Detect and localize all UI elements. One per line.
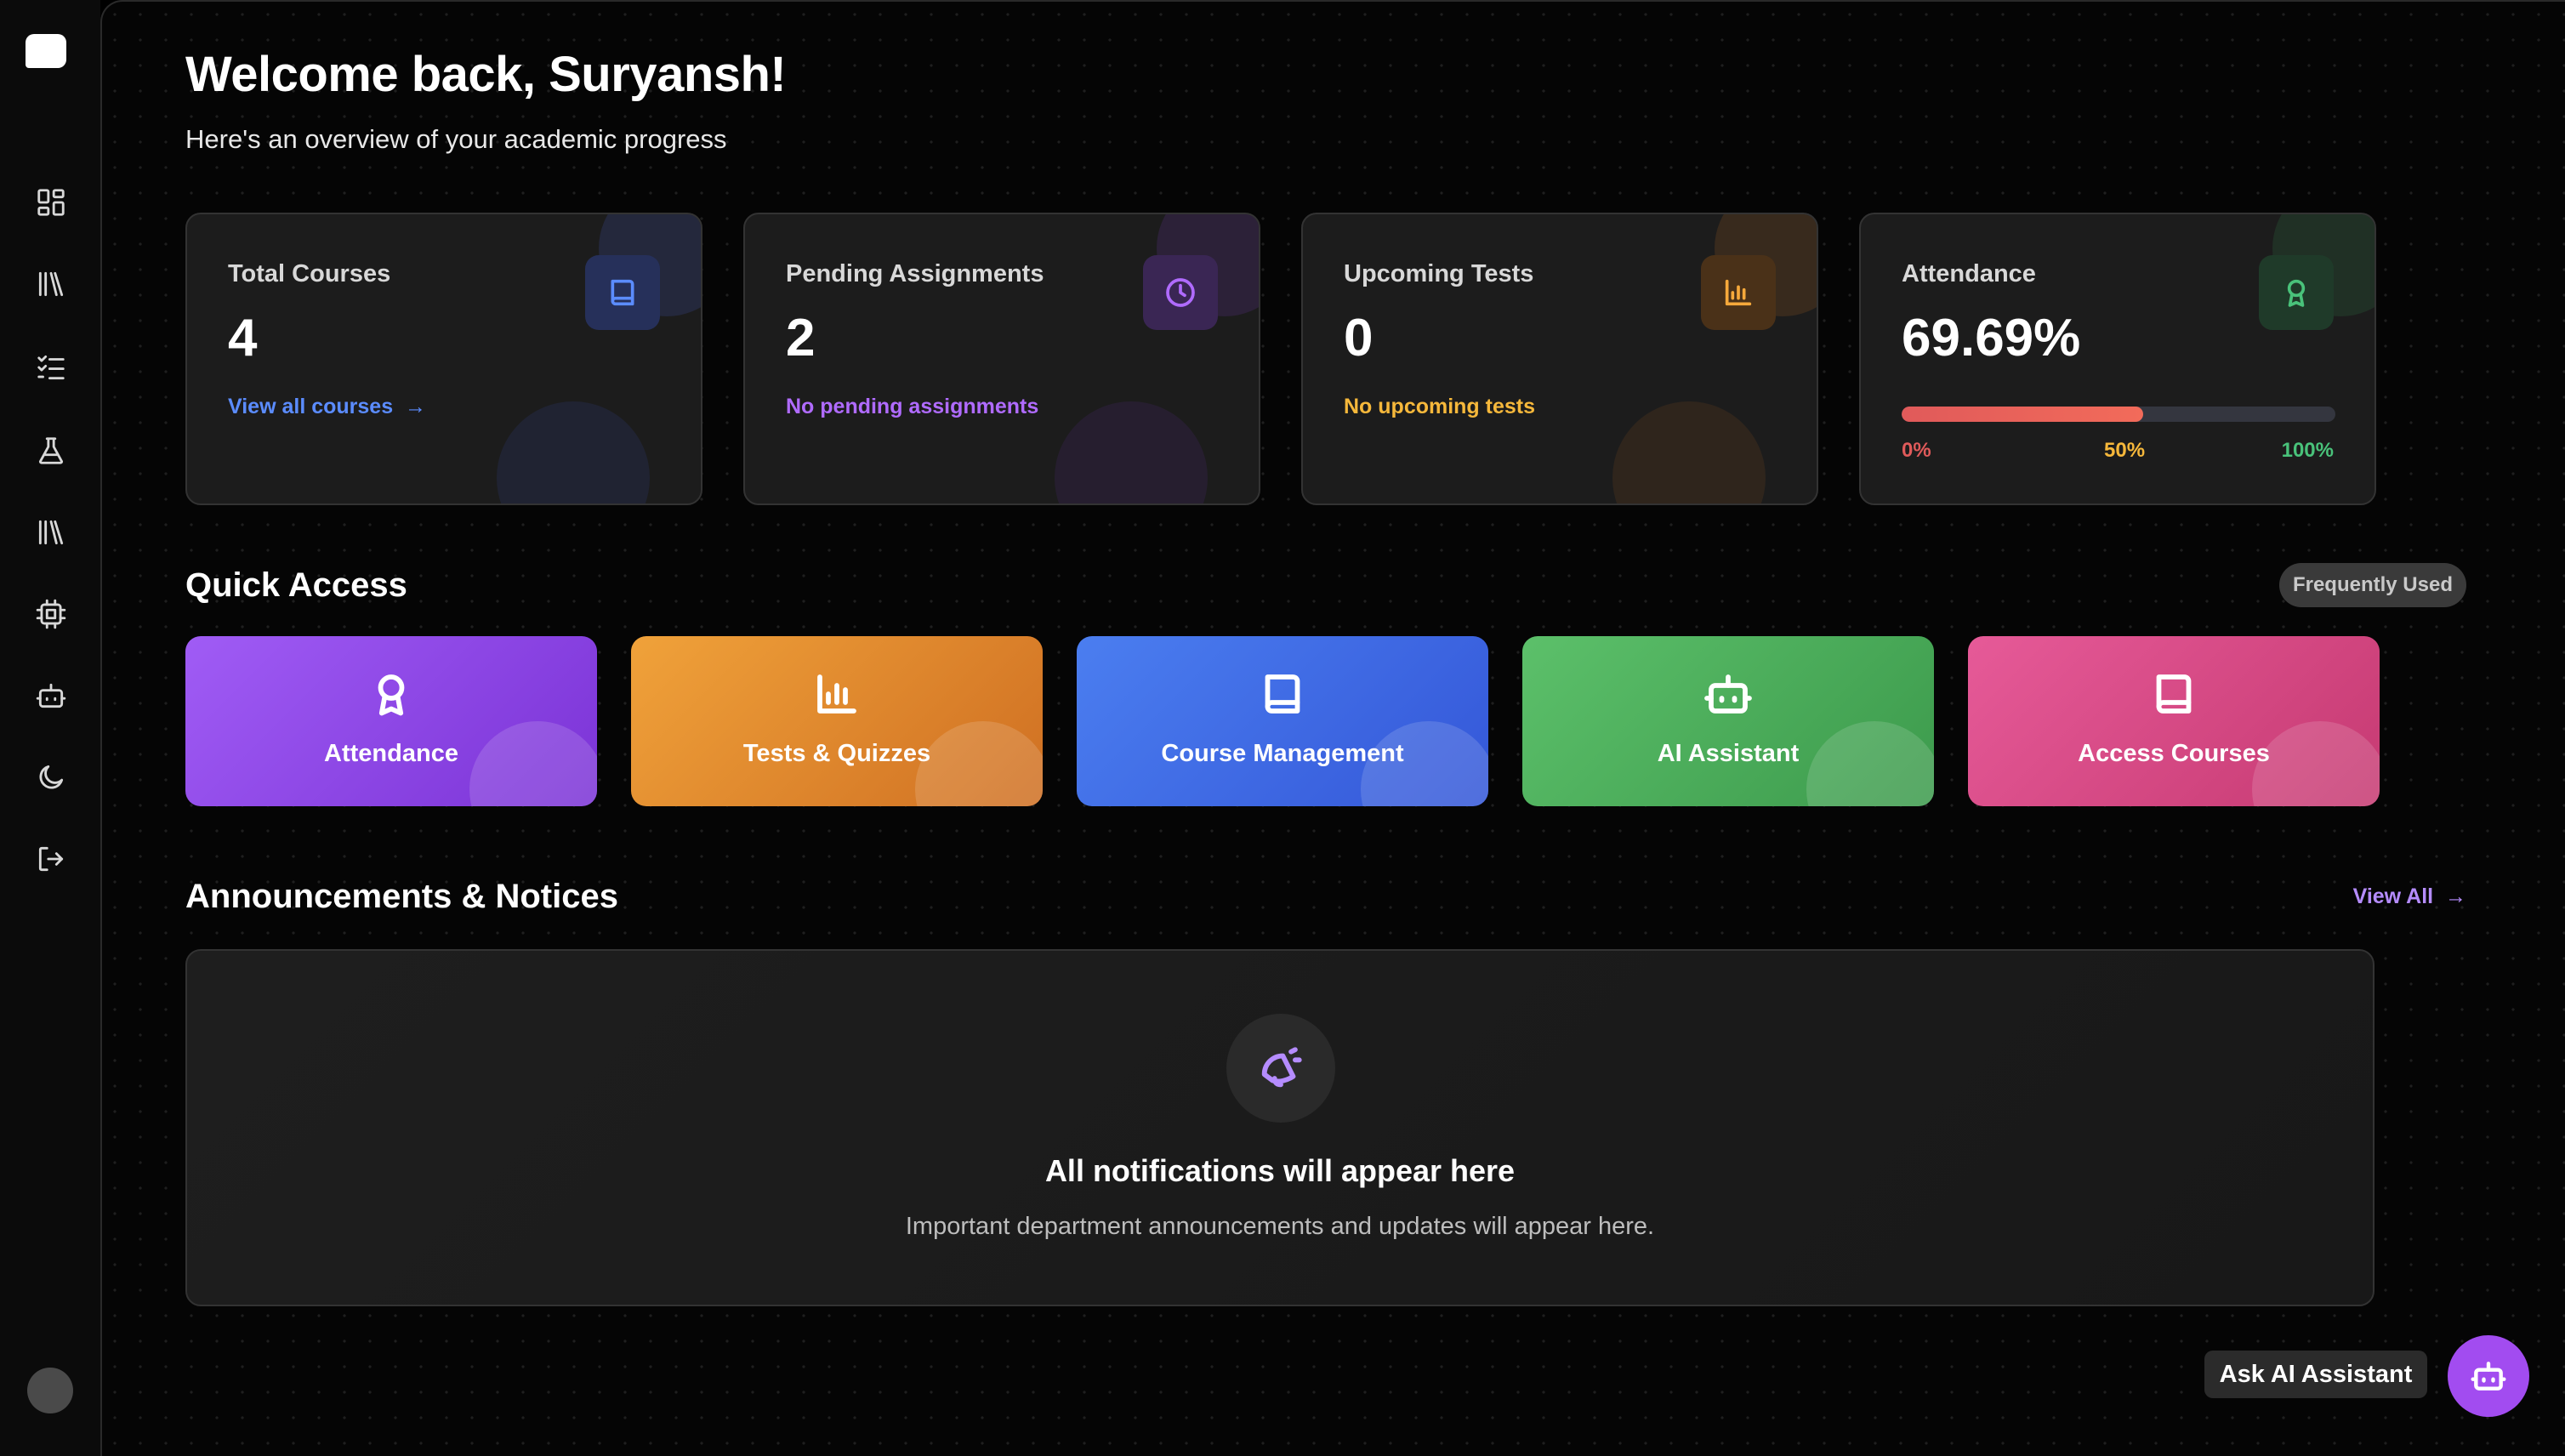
page-title: Welcome back, Suryansh!	[185, 47, 787, 102]
decor-circle	[497, 401, 650, 503]
view-all-courses-link[interactable]: View all courses →	[228, 395, 426, 419]
book-icon	[2156, 674, 2192, 714]
library-icon[interactable]	[34, 515, 68, 549]
ai-assistant-button[interactable]	[2448, 1335, 2529, 1417]
clock-icon	[1143, 255, 1218, 330]
stat-card-tests: Upcoming Tests 0 No upcoming tests	[1301, 213, 1818, 505]
link-label: View All	[2352, 884, 2434, 908]
bot-icon	[2471, 1362, 2506, 1391]
stat-card-assignments: Pending Assignments 2 No pending assignm…	[743, 213, 1260, 505]
app-logo[interactable]	[26, 34, 66, 68]
quick-ai-assistant-button[interactable]: AI Assistant	[1522, 636, 1934, 806]
dashboard-icon[interactable]	[34, 185, 68, 219]
quick-access-title: Quick Access	[185, 566, 407, 604]
quick-label: Access Courses	[2078, 740, 2270, 767]
book-icon	[585, 255, 660, 330]
stat-note: No pending assignments	[786, 395, 1039, 418]
quick-label: Tests & Quizzes	[742, 740, 931, 767]
stat-card-courses: Total Courses 4 View all courses →	[185, 213, 702, 505]
ask-ai-tooltip: Ask AI Assistant	[2204, 1351, 2427, 1398]
decor-circle	[469, 721, 597, 806]
chip-icon[interactable]	[34, 597, 68, 631]
sidebar	[0, 0, 100, 1456]
stat-value: 4	[228, 309, 258, 367]
logout-icon[interactable]	[34, 842, 68, 876]
link-label: View all courses	[228, 395, 394, 418]
quick-tests-button[interactable]: Tests & Quizzes	[631, 636, 1043, 806]
quick-label: AI Assistant	[1657, 740, 1800, 767]
chart-icon	[1701, 255, 1776, 330]
page-subtitle: Here's an overview of your academic prog…	[185, 124, 727, 154]
quick-course-management-button[interactable]: Course Management	[1077, 636, 1488, 806]
progress-fill	[1902, 407, 2144, 422]
arrow-right-icon: →	[2439, 884, 2466, 908]
decor-circle	[1806, 721, 1934, 806]
decor-circle	[915, 721, 1043, 806]
decor-circle	[1055, 401, 1208, 503]
quick-label: Course Management	[1161, 740, 1404, 767]
decor-circle	[1612, 401, 1766, 503]
award-icon	[378, 674, 405, 716]
bot-icon	[1704, 674, 1752, 714]
progress-label-max: 100%	[2281, 439, 2334, 462]
announcements-panel: All notifications will appear here Impor…	[185, 949, 2374, 1306]
progress-label-min: 0%	[1902, 439, 1931, 462]
award-icon	[2259, 255, 2334, 330]
main-content: Welcome back, Suryansh! Here's an overvi…	[100, 0, 2565, 1456]
quick-access-courses-button[interactable]: Access Courses	[1968, 636, 2380, 806]
chart-icon	[817, 674, 856, 714]
empty-state-subtitle: Important department announcements and u…	[905, 1213, 1655, 1240]
stat-label: Total Courses	[228, 260, 391, 287]
stat-label: Pending Assignments	[786, 260, 1044, 287]
stat-value: 2	[786, 309, 816, 367]
stat-label: Upcoming Tests	[1344, 260, 1534, 287]
library-icon[interactable]	[34, 267, 68, 301]
checklist-icon[interactable]	[34, 350, 68, 384]
stat-note: No upcoming tests	[1344, 395, 1536, 418]
bot-icon[interactable]	[34, 679, 68, 713]
avatar[interactable]	[27, 1368, 73, 1413]
announcements-title: Announcements & Notices	[185, 878, 618, 915]
moon-icon[interactable]	[34, 760, 68, 794]
stat-value: 0	[1344, 309, 1373, 367]
attendance-progress	[1902, 407, 2335, 422]
stat-card-attendance: Attendance 69.69% 0% 50% 100%	[1859, 213, 2376, 505]
stat-value: 69.69%	[1902, 309, 2081, 367]
progress-label-mid: 50%	[2104, 439, 2146, 462]
quick-label: Attendance	[324, 740, 458, 767]
empty-state-title: All notifications will appear here	[1044, 1153, 1516, 1188]
megaphone-icon	[1226, 1014, 1335, 1123]
frequently-used-badge: Frequently Used	[2278, 563, 2466, 607]
quick-attendance-button[interactable]: Attendance	[185, 636, 597, 806]
book-icon	[1265, 674, 1300, 714]
view-all-link[interactable]: View All →	[2353, 884, 2466, 909]
stat-label: Attendance	[1902, 260, 2036, 287]
flask-icon[interactable]	[34, 434, 68, 468]
decor-circle	[2252, 721, 2380, 806]
arrow-right-icon: →	[399, 395, 426, 418]
